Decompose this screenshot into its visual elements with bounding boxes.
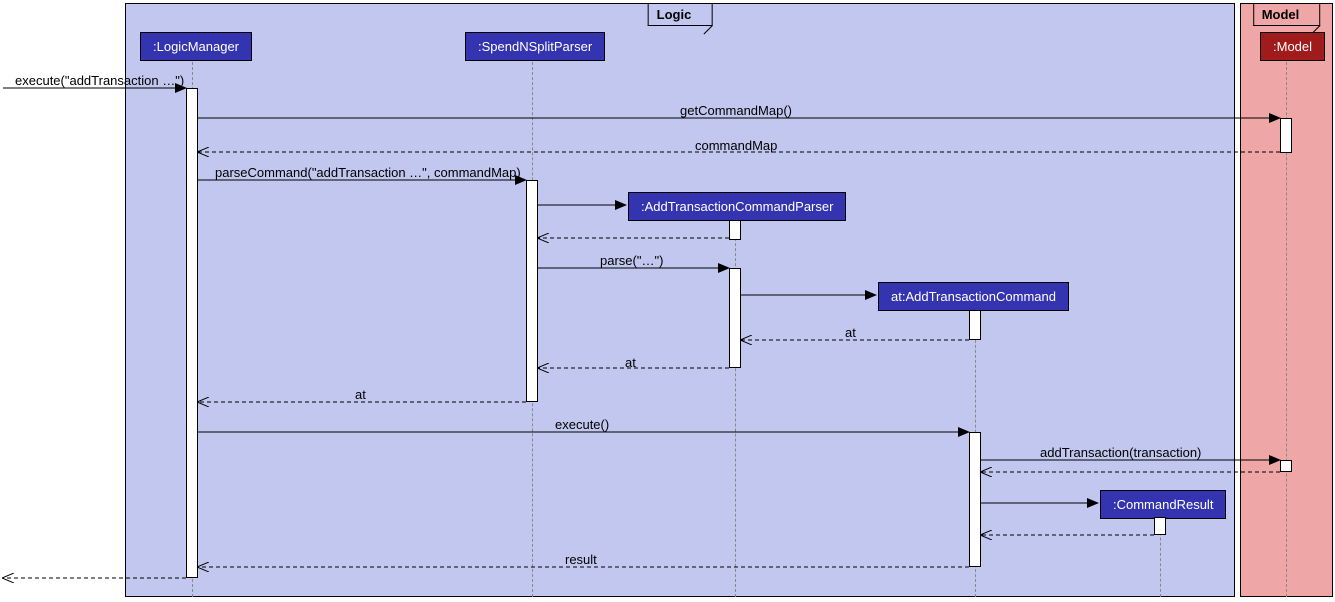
msg-result: result	[565, 552, 597, 567]
msg-at3: at	[355, 387, 366, 402]
msg-at1: at	[845, 325, 856, 340]
activation-atcparser-create	[729, 220, 741, 240]
logic-frame-label: Logic	[648, 4, 713, 26]
msg-at2: at	[625, 355, 636, 370]
model-frame-label: Model	[1253, 4, 1321, 26]
participant-atc: at:AddTransactionCommand	[878, 282, 1069, 311]
msg-commandmap: commandMap	[695, 138, 777, 153]
activation-cmdresult	[1154, 517, 1166, 535]
participant-parser: :SpendNSplitParser	[465, 32, 605, 61]
logic-label: Logic	[657, 7, 692, 22]
msg-addtransaction: addTransaction(transaction)	[1040, 445, 1201, 460]
activation-parser	[526, 180, 538, 402]
model-label: Model	[1262, 7, 1300, 22]
participant-model: :Model	[1260, 32, 1325, 61]
activation-logicmanager	[186, 88, 198, 578]
msg-executecmd: execute()	[555, 417, 609, 432]
activation-model-1	[1280, 118, 1292, 153]
participant-logicmanager: :LogicManager	[140, 32, 252, 61]
msg-getcommandmap: getCommandMap()	[680, 103, 792, 118]
msg-execute: execute("addTransaction …")	[15, 73, 184, 88]
activation-atc-create	[969, 310, 981, 340]
activation-atcparser-parse	[729, 268, 741, 368]
msg-parse: parse("…")	[600, 253, 663, 268]
sequence-diagram: Logic Model :LogicManager :SpendNSplitPa…	[0, 0, 1335, 602]
activation-model-2	[1280, 460, 1292, 472]
participant-cmdresult: :CommandResult	[1100, 490, 1226, 519]
participant-atcparser: :AddTransactionCommandParser	[628, 192, 846, 221]
activation-atc-exec	[969, 432, 981, 567]
msg-parsecommand: parseCommand("addTransaction …", command…	[215, 165, 521, 180]
